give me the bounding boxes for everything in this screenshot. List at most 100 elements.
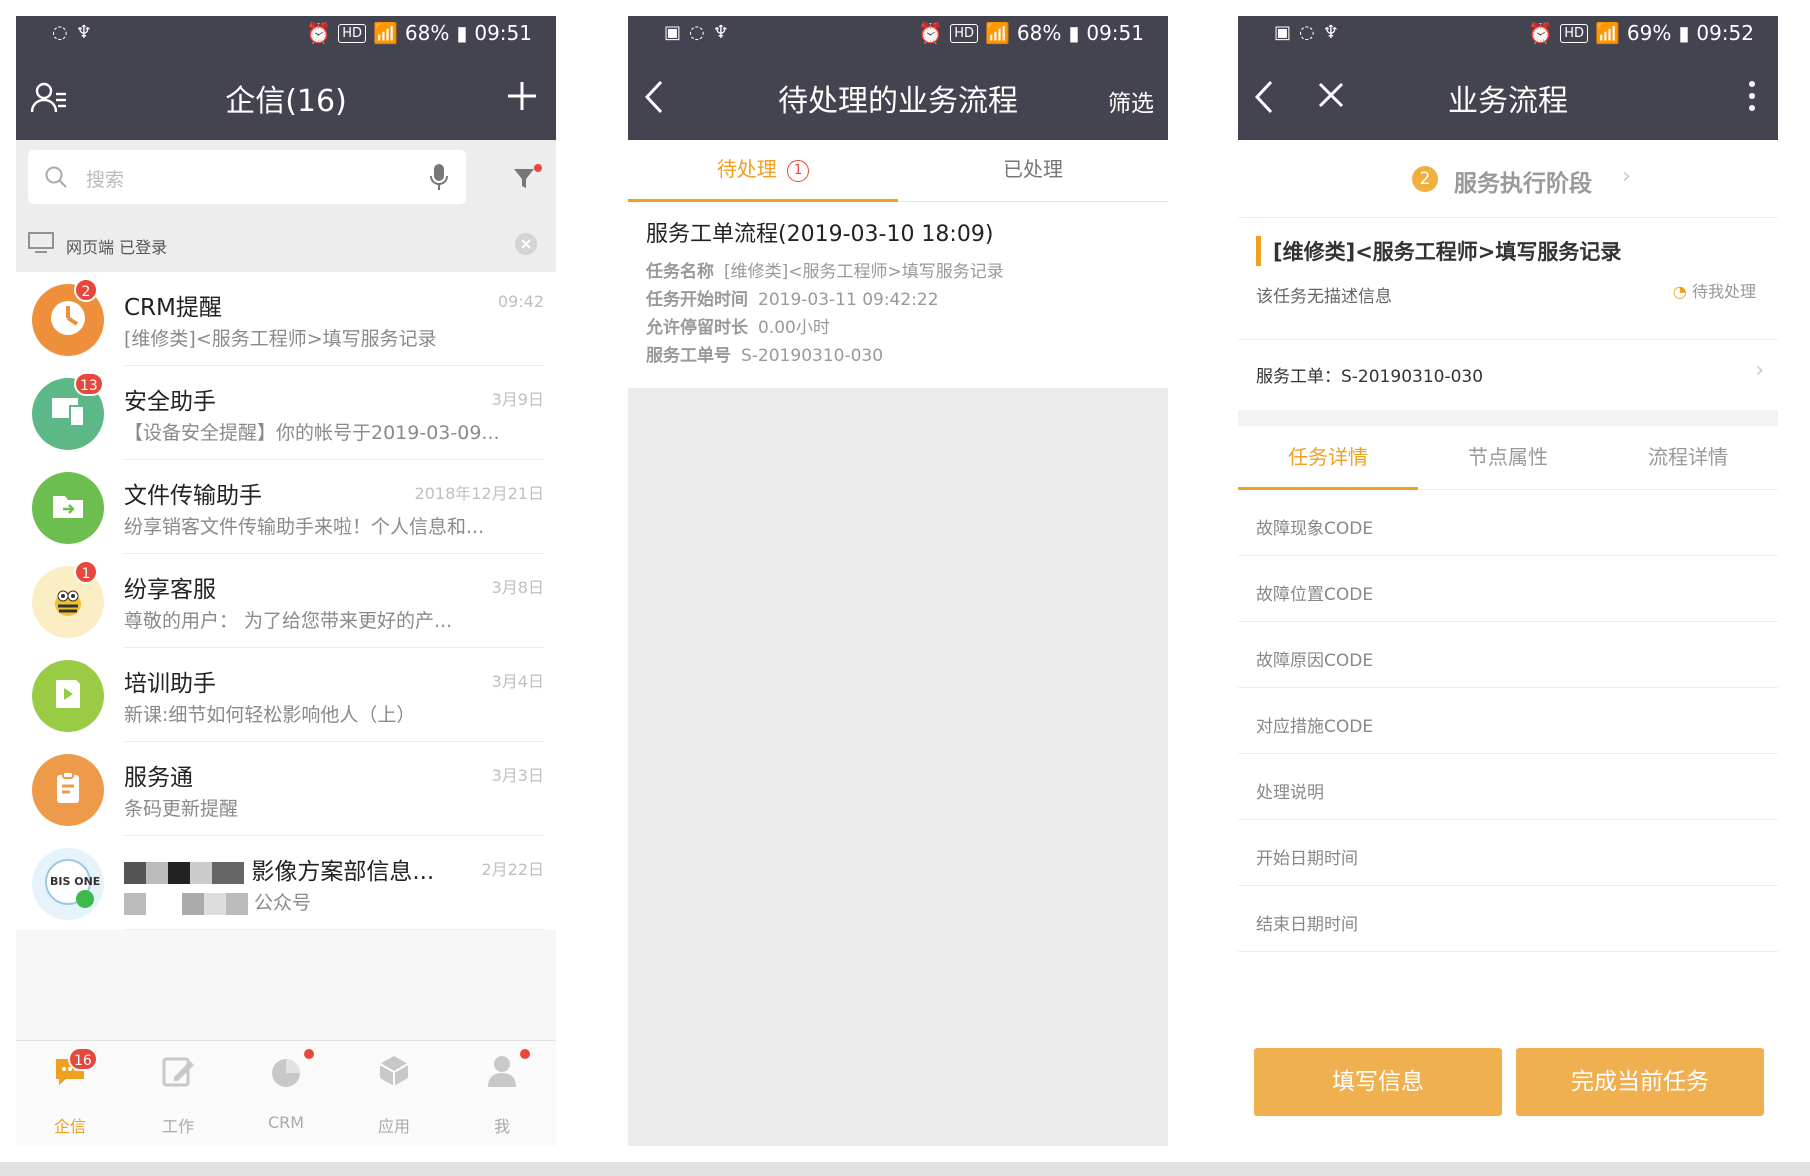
chat-item[interactable]: 培训助手 3月4日 新课:细节如何轻松影响他人（上） xyxy=(16,648,556,742)
signal-icon: 📶 xyxy=(1594,21,1620,45)
form-field[interactable]: 处理说明 xyxy=(1238,754,1778,820)
chat-name: CRM提醒 xyxy=(124,295,222,321)
process-card[interactable]: 服务工单流程(2019-03-10 18:09) 任务名称 [维修类]<服务工程师… xyxy=(628,202,1168,388)
tab-pending[interactable]: 待处理 1 xyxy=(628,140,898,202)
status-text: 待我处理 xyxy=(1691,282,1756,301)
chat-time: 3月8日 xyxy=(491,578,544,597)
form-field[interactable]: 故障现象CODE xyxy=(1238,490,1778,556)
task-title: [维修类]<服务工程师>填写服务记录 xyxy=(1256,236,1621,266)
web-login-banner[interactable]: 网页端 已登录 xyxy=(16,216,556,272)
tab-crm[interactable]: CRM xyxy=(232,1041,340,1146)
avatar: BIS ONE xyxy=(32,848,104,920)
divider xyxy=(1238,410,1778,426)
person-icon xyxy=(488,1056,516,1087)
stage-indicator[interactable]: 2 服务执行阶段 › xyxy=(1238,140,1778,218)
service-order-row[interactable]: 服务工单：S-20190310-030 › xyxy=(1238,340,1778,410)
row-label: 任务开始时间 xyxy=(646,290,748,310)
battery-percent: 69% xyxy=(1626,21,1672,45)
alarm-icon: ⏰ xyxy=(918,21,944,45)
notification-icons: ▣◌♆ xyxy=(664,22,737,43)
status-bar: ▣◌♆ ⏰ HD 📶 68% ▮ 09:51 xyxy=(628,16,1168,52)
stage-label: 服务执行阶段 xyxy=(1454,171,1592,197)
chat-preview: 纷享销客文件传输助手来啦！个人信息和... xyxy=(124,516,485,538)
tab-label: 我 xyxy=(493,1117,510,1136)
chat-item[interactable]: 服务通 3月3日 条码更新提醒 xyxy=(16,742,556,836)
more-icon[interactable] xyxy=(1748,80,1756,112)
form-field[interactable]: 故障原因CODE xyxy=(1238,622,1778,688)
row-label: 任务名称 xyxy=(646,262,714,282)
clock: 09:52 xyxy=(1696,21,1754,45)
tab-processed[interactable]: 已处理 xyxy=(898,140,1168,202)
close-icon[interactable] xyxy=(514,232,538,256)
chat-name: 纷享客服 xyxy=(124,577,216,603)
pie-chart-icon xyxy=(272,1059,300,1087)
chat-item[interactable]: 1 纷享客服 3月8日 尊敬的用户： 为了给您带来更好的产... xyxy=(16,554,556,648)
chat-name: 文件传输助手 xyxy=(124,483,262,509)
tab-me[interactable]: 我 xyxy=(448,1041,556,1146)
form-field[interactable]: 故障位置CODE xyxy=(1238,556,1778,622)
chat-name: 培训助手 xyxy=(124,671,216,697)
tab-label: 工作 xyxy=(161,1117,194,1136)
segment-control: 待处理 1 已处理 xyxy=(628,140,1168,202)
device-icon xyxy=(48,392,88,436)
status-bar: ▣◌♆ ⏰ HD 📶 69% ▮ 09:52 xyxy=(1238,16,1778,52)
avatar xyxy=(32,660,104,732)
form-field[interactable]: 开始日期时间 xyxy=(1238,820,1778,886)
tab-label: 已处理 xyxy=(1003,157,1063,181)
task-header: [维修类]<服务工程师>填写服务记录 该任务无描述信息 ◔ 待我处理 xyxy=(1238,218,1778,340)
chat-item[interactable]: BIS ONE 影像方案部信息... 2月22日 公众号 xyxy=(16,836,556,930)
tab-task-details[interactable]: 任务详情 xyxy=(1238,426,1418,490)
field-label: 处理说明 xyxy=(1256,783,1324,803)
battery-icon: ▮ xyxy=(456,21,468,45)
footer-divider xyxy=(0,1162,1810,1176)
service-order-text: 服务工单：S-20190310-030 xyxy=(1256,367,1484,387)
add-icon[interactable] xyxy=(506,80,538,112)
search-input[interactable]: 搜索 xyxy=(28,150,466,204)
tab-apps[interactable]: 应用 xyxy=(340,1041,448,1146)
nav-bar: 待处理的业务流程 筛选 xyxy=(628,52,1168,140)
chat-preview: 【设备安全提醒】你的帐号于2019-03-09... xyxy=(124,422,500,444)
screen-qixin: ◌♆ ⏰ HD 📶 68% ▮ 09:51 企信(16) 搜索 网页端 已登录 … xyxy=(16,16,556,1146)
fill-info-button[interactable]: 填写信息 xyxy=(1254,1048,1502,1116)
unread-badge: 2 xyxy=(74,278,98,302)
search-placeholder: 搜索 xyxy=(86,169,125,191)
chat-item[interactable]: 2 CRM提醒 09:42 [维修类]<服务工程师>填写服务记录 xyxy=(16,272,556,366)
chat-time: 3月4日 xyxy=(491,672,544,691)
tab-work[interactable]: 工作 xyxy=(124,1041,232,1146)
filter-icon[interactable] xyxy=(512,164,542,192)
field-label: 对应措施CODE xyxy=(1256,717,1374,737)
chat-time: 2月22日 xyxy=(481,860,544,879)
chat-item[interactable]: 文件传输助手 2018年12月21日纷享销客文件传输助手来啦！个人信息和... xyxy=(16,460,556,554)
hd-badge: HD xyxy=(1560,23,1588,43)
screen-business-process: ▣◌♆ ⏰ HD 📶 69% ▮ 09:52 业务流程 2 服务执行阶段 › [… xyxy=(1238,16,1778,1146)
tab-qixin[interactable]: 16 企信 xyxy=(16,1041,124,1146)
page-title: 企信(16) xyxy=(225,84,347,119)
tab-label: CRM xyxy=(267,1113,305,1132)
notification-icons: ◌♆ xyxy=(52,22,100,43)
chevron-right-icon: › xyxy=(1755,358,1764,383)
chevron-right-icon: › xyxy=(1622,164,1631,189)
row-value: 2019-03-11 09:42:22 xyxy=(758,290,939,310)
microphone-icon[interactable] xyxy=(430,163,448,191)
tab-badge: 16 xyxy=(68,1047,98,1071)
filter-button[interactable]: 筛选 xyxy=(1108,84,1154,118)
alarm-icon: ⏰ xyxy=(306,21,332,45)
clock-icon: ◔ xyxy=(1672,282,1687,301)
tab-node-attributes[interactable]: 节点属性 xyxy=(1418,426,1598,490)
folder-icon xyxy=(48,486,88,530)
chat-item[interactable]: 13 安全助手 3月9日 【设备安全提醒】你的帐号于2019-03-09... xyxy=(16,366,556,460)
form-field[interactable]: 对应措施CODE xyxy=(1238,688,1778,754)
row-label: 服务工单号 xyxy=(646,346,731,366)
field-label: 开始日期时间 xyxy=(1256,849,1358,869)
process-title: 服务工单流程(2019-03-10 18:09) xyxy=(646,222,994,247)
stage-number: 2 xyxy=(1412,166,1438,192)
form-field[interactable]: 结束日期时间 xyxy=(1238,886,1778,952)
tab-process-details[interactable]: 流程详情 xyxy=(1598,426,1778,490)
complete-task-button[interactable]: 完成当前任务 xyxy=(1516,1048,1764,1116)
chat-time: 2018年12月21日 xyxy=(414,484,544,503)
tab-label: 企信 xyxy=(53,1117,86,1136)
row-label: 允许停留时长 xyxy=(646,318,748,338)
status-bar: ◌♆ ⏰ HD 📶 68% ▮ 09:51 xyxy=(16,16,556,52)
process-row: 任务名称 [维修类]<服务工程师>填写服务记录 xyxy=(646,258,1150,286)
row-value: [维修类]<服务工程师>填写服务记录 xyxy=(724,262,1004,282)
